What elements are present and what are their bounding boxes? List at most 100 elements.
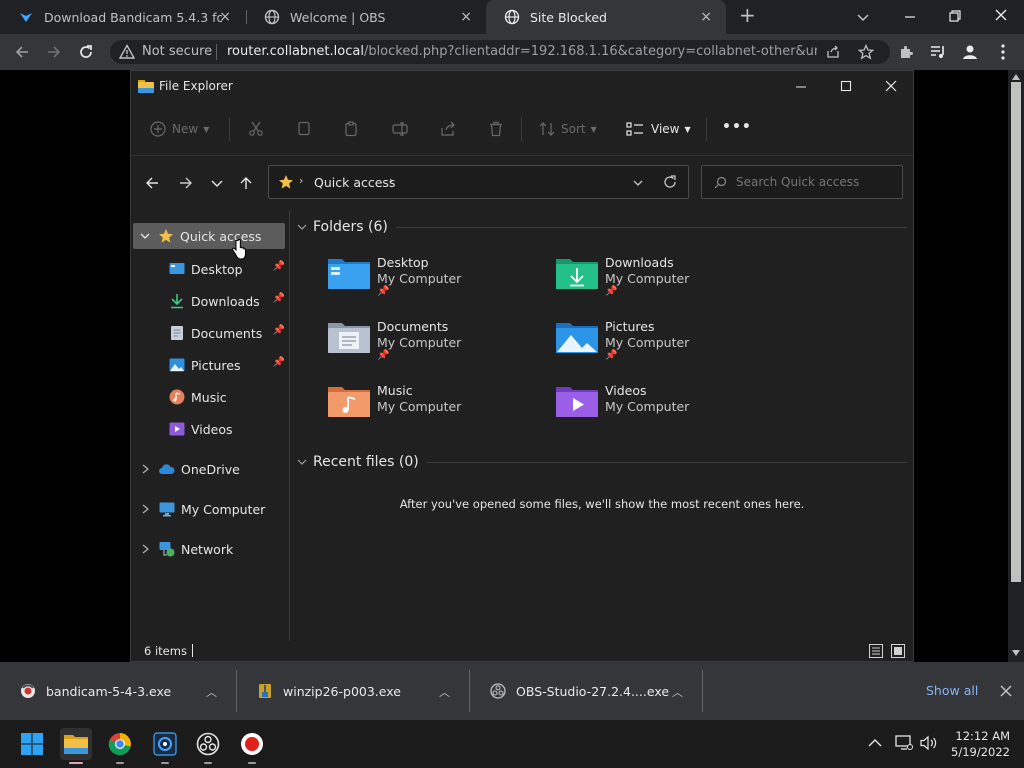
nav-item-network[interactable]: Network (133, 535, 285, 563)
address-bar[interactable]: Not secure router.collabnet.local/blocke… (110, 40, 890, 64)
close-window-icon[interactable] (994, 8, 1008, 22)
address-breadcrumb[interactable]: › Quick access › (268, 165, 689, 199)
chevron-up-icon[interactable]: ︿ (439, 684, 450, 700)
reload-icon[interactable] (78, 44, 94, 60)
back-arrow-icon[interactable] (144, 175, 160, 191)
new-button[interactable]: New ▼ (150, 121, 209, 137)
clock[interactable]: 12:12 AM 5/19/2022 (946, 728, 1010, 760)
new-tab-button[interactable]: + (739, 5, 756, 25)
taskbar-bandicam[interactable] (236, 728, 268, 764)
chevron-down-icon[interactable] (297, 457, 307, 467)
scroll-up-icon[interactable] (1012, 74, 1020, 80)
forward-arrow-icon[interactable] (178, 175, 194, 191)
extensions-puzzle-icon[interactable] (898, 44, 914, 60)
bookmark-star-icon[interactable] (858, 44, 874, 60)
network-monitor-icon[interactable] (895, 735, 913, 751)
chevron-down-icon[interactable] (297, 222, 307, 232)
nav-item-my-computer[interactable]: My Computer (133, 495, 285, 523)
share-icon[interactable] (440, 121, 456, 137)
maximize-icon[interactable] (840, 80, 852, 92)
taskbar-chrome[interactable] (104, 728, 136, 764)
search-box[interactable] (701, 165, 903, 199)
folder-tile-pictures[interactable]: Pictures My Computer 📌 (555, 319, 775, 379)
chevron-right-icon[interactable] (142, 504, 149, 514)
chevron-up-icon[interactable]: ︿ (672, 684, 683, 700)
nav-item-documents[interactable]: Documents 📌 (169, 319, 289, 347)
winzip-file-icon (259, 684, 271, 698)
url-text[interactable]: router.collabnet.local/blocked.php?clien… (227, 44, 817, 59)
scrollbar-thumb[interactable] (1011, 82, 1021, 582)
search-input[interactable] (736, 173, 896, 191)
copy-icon[interactable] (296, 121, 312, 137)
nav-item-onedrive[interactable]: OneDrive (133, 455, 285, 483)
folder-name: Desktop (377, 255, 429, 270)
nav-item-quick-access[interactable]: Quick access (133, 223, 285, 249)
folders-section-header[interactable]: Folders (6) (297, 219, 907, 235)
minimize-icon[interactable] (795, 81, 807, 93)
scroll-down-icon[interactable] (1012, 650, 1020, 656)
forward-arrow-icon[interactable] (46, 44, 62, 60)
folder-tile-desktop[interactable]: Desktop My Computer 📌 (327, 255, 547, 315)
warning-icon[interactable] (119, 44, 135, 60)
taskbar-obs[interactable] (192, 728, 224, 764)
browser-menu-icon[interactable] (995, 43, 1011, 61)
nav-item-downloads[interactable]: Downloads 📌 (169, 287, 289, 315)
tab-bandicam[interactable]: Download Bandicam 5.4.3 for Wi × (0, 0, 245, 34)
pane-divider[interactable] (289, 211, 290, 641)
recent-locations-chevron-icon[interactable] (211, 177, 223, 189)
taskbar-file-explorer[interactable] (60, 728, 92, 764)
view-button[interactable]: View ▼ (626, 121, 691, 137)
delete-trash-icon[interactable] (488, 121, 504, 137)
profile-avatar-icon[interactable] (960, 42, 980, 62)
tab-obs[interactable]: Welcome | OBS × (246, 0, 486, 34)
close-tab-icon[interactable]: × (219, 9, 231, 25)
more-options-button[interactable]: ••• (722, 119, 752, 135)
explorer-title-bar[interactable]: File Explorer (131, 71, 913, 103)
recent-files-section-header[interactable]: Recent files (0) (297, 454, 907, 470)
nav-item-music[interactable]: Music (169, 383, 289, 411)
close-tab-icon[interactable]: × (460, 9, 472, 25)
security-label[interactable]: Not secure (142, 44, 212, 59)
rename-icon[interactable] (392, 121, 408, 137)
cut-icon[interactable] (248, 121, 264, 137)
taskbar-app-sync[interactable] (149, 728, 181, 764)
sort-button[interactable]: Sort ▼ (539, 121, 597, 137)
back-arrow-icon[interactable] (14, 44, 30, 60)
folder-tile-music[interactable]: Music My Computer (327, 383, 547, 443)
download-item-obs[interactable]: OBS-Studio-27.2.4....exe ︿ (470, 662, 702, 720)
start-button[interactable] (16, 728, 48, 760)
breadcrumb-quick-access[interactable]: Quick access (314, 175, 395, 190)
refresh-icon[interactable] (663, 175, 677, 189)
nav-item-desktop[interactable]: Desktop 📌 (169, 255, 289, 283)
download-item-winzip[interactable]: winzip26-p003.exe ︿ (237, 662, 469, 720)
paste-icon[interactable] (344, 121, 360, 137)
folder-tile-downloads[interactable]: Downloads My Computer 📌 (555, 255, 775, 315)
details-view-icon[interactable] (869, 644, 883, 658)
chevron-right-icon[interactable] (142, 464, 149, 474)
breadcrumb-chevron-icon[interactable]: › (389, 174, 393, 187)
chevron-down-icon[interactable] (140, 231, 150, 241)
nav-item-pictures[interactable]: Pictures 📌 (169, 351, 289, 379)
chevron-up-icon[interactable]: ︿ (206, 684, 217, 700)
restore-icon[interactable] (948, 9, 962, 23)
tab-site-blocked[interactable]: Site Blocked × (486, 0, 726, 34)
nav-item-videos[interactable]: Videos (169, 415, 289, 443)
tiles-view-icon[interactable] (891, 644, 905, 658)
minimize-icon[interactable] (903, 10, 917, 24)
up-arrow-icon[interactable] (238, 175, 254, 191)
address-dropdown-chevron-icon[interactable] (633, 178, 643, 188)
folder-tile-videos[interactable]: Videos My Computer (555, 383, 775, 443)
show-hidden-icons-chevron-icon[interactable] (868, 738, 882, 748)
volume-icon[interactable] (920, 735, 938, 751)
close-shelf-icon[interactable] (1000, 685, 1012, 697)
close-icon[interactable] (885, 80, 897, 92)
close-tab-icon[interactable]: × (700, 9, 712, 25)
tab-search-chevron-icon[interactable] (856, 10, 870, 24)
breadcrumb-chevron-icon[interactable]: › (299, 174, 303, 187)
download-item-bandicam[interactable]: bandicam-5-4-3.exe ︿ (0, 662, 236, 720)
chevron-right-icon[interactable] (142, 544, 149, 554)
show-all-downloads-link[interactable]: Show all (926, 683, 978, 698)
share-icon[interactable] (826, 45, 840, 59)
folder-tile-documents[interactable]: Documents My Computer 📌 (327, 319, 547, 379)
media-queue-icon[interactable] (930, 44, 946, 60)
